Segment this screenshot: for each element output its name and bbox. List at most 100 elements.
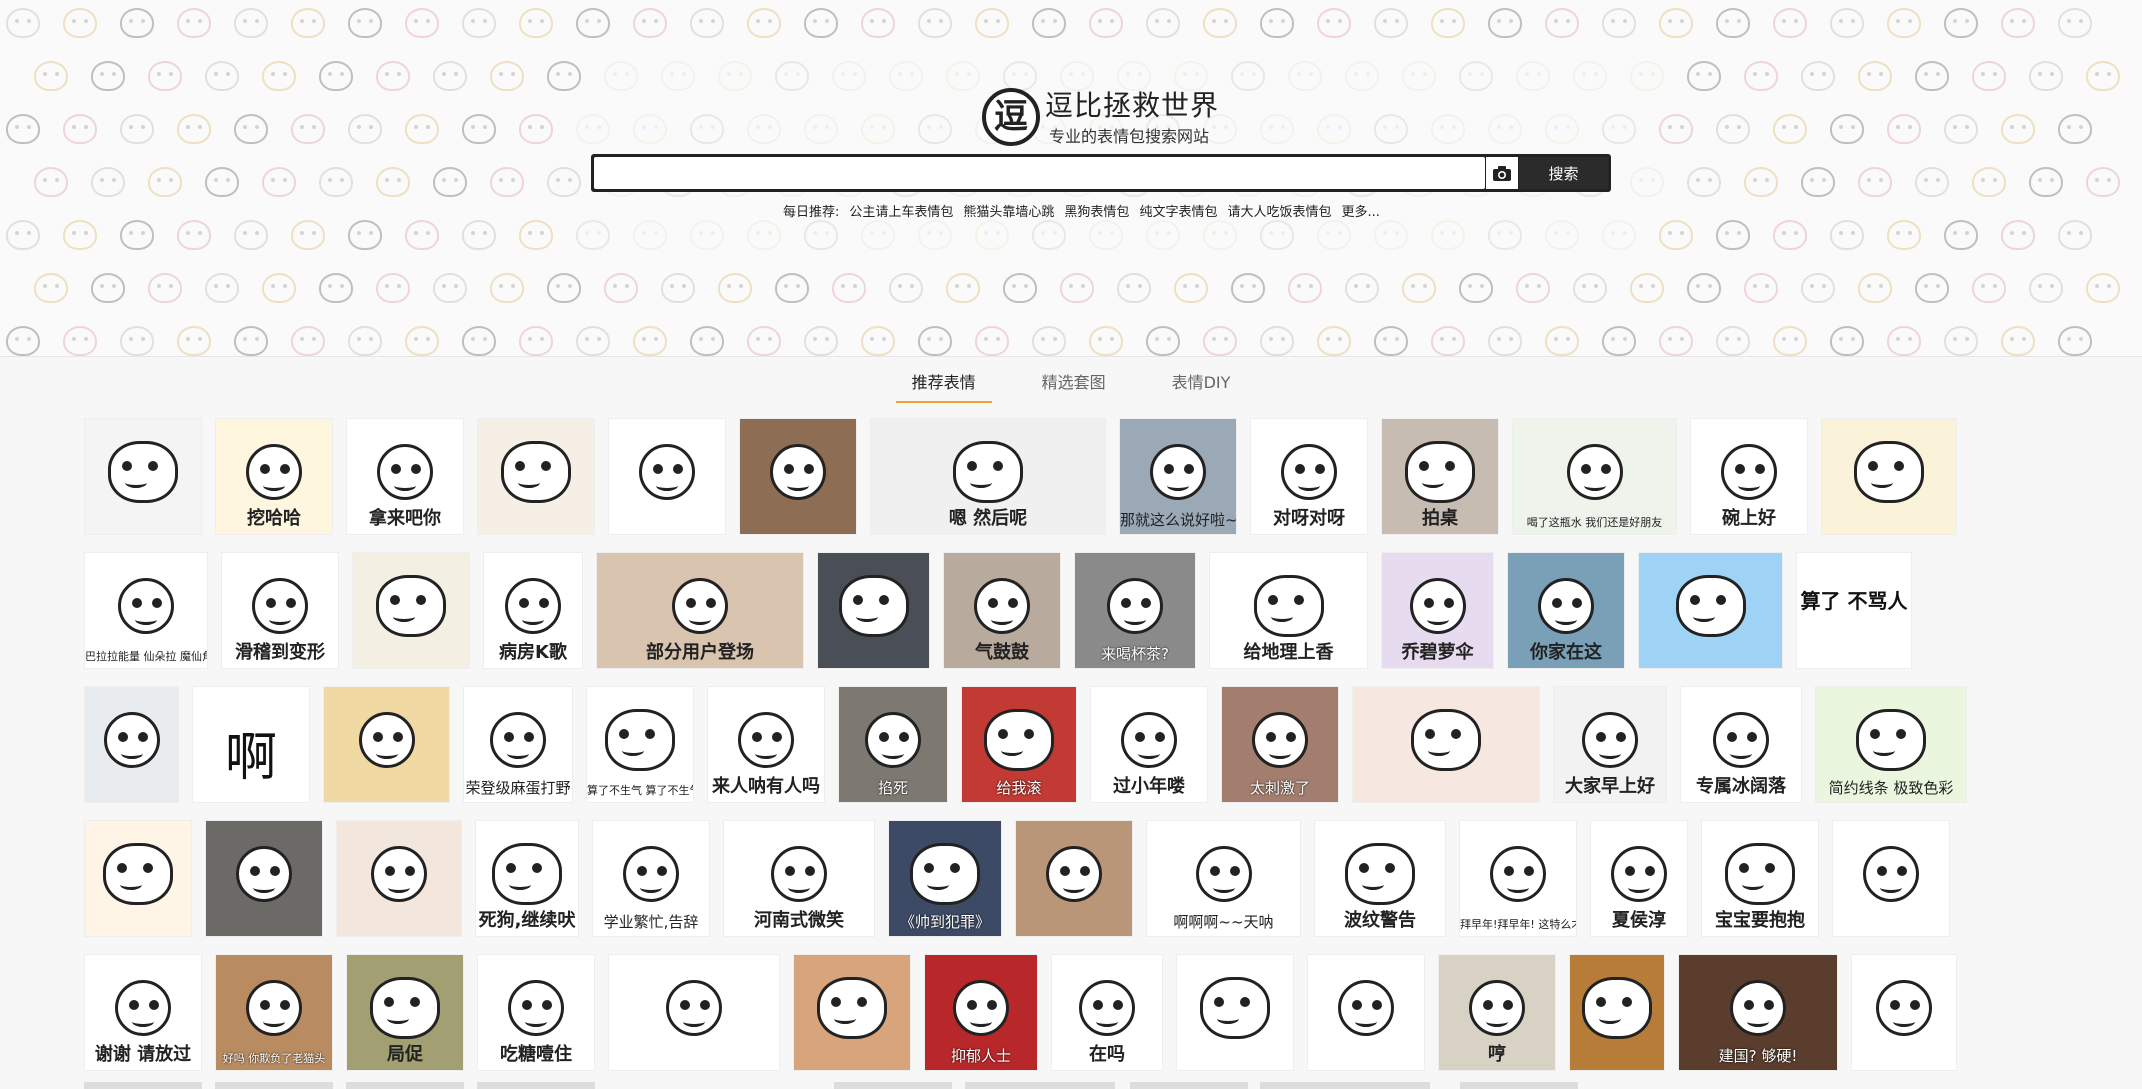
meme-thumbnail[interactable]: 大家早上好 bbox=[1553, 686, 1667, 803]
meme-thumbnail[interactable] bbox=[477, 418, 595, 535]
meme-thumbnail[interactable] bbox=[323, 686, 450, 803]
meme-thumbnail-partial[interactable] bbox=[1460, 1082, 1578, 1089]
meme-thumbnail[interactable]: 碗上好 bbox=[1690, 418, 1808, 535]
meme-thumbnail[interactable]: 乔碧萝伞 bbox=[1381, 552, 1494, 669]
meme-thumbnail[interactable] bbox=[1832, 820, 1950, 937]
meme-thumbnail[interactable] bbox=[1821, 418, 1957, 535]
meme-thumbnail[interactable]: 过小年喽 bbox=[1090, 686, 1208, 803]
meme-thumbnail[interactable]: 你家在这 bbox=[1507, 552, 1625, 669]
pattern-sticker bbox=[291, 326, 325, 356]
search-button[interactable]: 搜索 bbox=[1519, 157, 1608, 189]
meme-thumbnail[interactable]: 专属冰阔落 bbox=[1680, 686, 1802, 803]
meme-thumbnail[interactable] bbox=[1569, 954, 1665, 1071]
meme-thumbnail[interactable]: 哼 bbox=[1438, 954, 1556, 1071]
meme-thumbnail-partial[interactable] bbox=[1130, 1082, 1248, 1089]
meme-thumbnail[interactable] bbox=[1638, 552, 1783, 669]
meme-thumbnail[interactable]: 那就这么说好啦~ bbox=[1119, 418, 1237, 535]
meme-thumbnail[interactable]: 波纹警告 bbox=[1314, 820, 1446, 937]
meme-thumbnail[interactable] bbox=[1015, 820, 1133, 937]
tab-diy[interactable]: 表情DIY bbox=[1156, 357, 1247, 403]
meme-thumbnail[interactable]: 拜早年!拜早年! 这特么才几号就拜早年! bbox=[1459, 820, 1577, 937]
meme-thumbnail[interactable]: 拍桌 bbox=[1381, 418, 1499, 535]
pattern-sticker bbox=[6, 326, 40, 356]
meme-thumbnail[interactable]: 啊 bbox=[192, 686, 310, 803]
meme-thumbnail[interactable] bbox=[352, 552, 470, 669]
meme-thumbnail[interactable]: 给我滚 bbox=[961, 686, 1077, 803]
meme-thumbnail[interactable] bbox=[608, 418, 726, 535]
daily-link[interactable]: 熊猫头靠墙心跳 bbox=[963, 201, 1054, 220]
meme-thumbnail-partial[interactable] bbox=[834, 1082, 952, 1089]
meme-thumbnail-partial[interactable] bbox=[215, 1082, 333, 1089]
meme-thumbnail[interactable]: 河南式微笑 bbox=[723, 820, 875, 937]
daily-link[interactable]: 公主请上车表情包 bbox=[849, 201, 953, 220]
meme-thumbnail[interactable]: 滑稽到变形 bbox=[221, 552, 339, 669]
meme-thumbnail[interactable]: 简约线条 极致色彩 bbox=[1815, 686, 1967, 803]
meme-thumbnail[interactable]: 夏侯淳 bbox=[1590, 820, 1688, 937]
meme-thumbnail[interactable]: 来喝杯茶? bbox=[1074, 552, 1196, 669]
meme-thumbnail-partial[interactable] bbox=[346, 1082, 464, 1089]
daily-link[interactable]: 请大人吃饭表情包 bbox=[1227, 201, 1331, 220]
meme-thumbnail[interactable] bbox=[1851, 954, 1957, 1071]
meme-thumbnail[interactable]: 啊啊啊~~天呐 bbox=[1146, 820, 1301, 937]
meme-thumbnail[interactable]: 算了不生气 算了不生气 算了不生气 bbox=[586, 686, 694, 803]
meme-thumbnail[interactable]: 挖哈哈 bbox=[215, 418, 333, 535]
meme-thumbnail[interactable]: 拿来吧你 bbox=[346, 418, 464, 535]
pattern-sticker bbox=[1032, 326, 1066, 356]
meme-thumbnail[interactable]: 算了 不骂人 bbox=[1796, 552, 1912, 669]
tab-featured-sets[interactable]: 精选套图 bbox=[1026, 357, 1122, 403]
meme-thumbnail[interactable]: 喝了这瓶水 我们还是好朋友 bbox=[1512, 418, 1677, 535]
meme-thumbnail[interactable]: 吃糖噎住 bbox=[477, 954, 595, 1071]
daily-link[interactable]: 黑狗表情包 bbox=[1064, 201, 1129, 220]
meme-thumbnail[interactable]: 宝宝要抱抱 bbox=[1701, 820, 1819, 937]
pattern-sticker bbox=[1516, 61, 1550, 91]
meme-thumbnail[interactable]: 对呀对呀 bbox=[1250, 418, 1368, 535]
meme-thumbnail[interactable] bbox=[205, 820, 323, 937]
meme-thumbnail[interactable] bbox=[336, 820, 462, 937]
meme-thumbnail[interactable] bbox=[84, 418, 202, 535]
meme-thumbnail[interactable]: 《帅到犯罪》 bbox=[888, 820, 1002, 937]
meme-thumbnail[interactable]: 局促 bbox=[346, 954, 464, 1071]
meme-thumbnail[interactable]: 掐死 bbox=[838, 686, 948, 803]
meme-face-icon bbox=[1281, 443, 1337, 500]
meme-thumbnail[interactable]: 死狗,继续吠 bbox=[475, 820, 579, 937]
meme-thumbnail-partial[interactable] bbox=[84, 1082, 202, 1089]
meme-thumbnail[interactable]: 嗯 然后呢 bbox=[870, 418, 1106, 535]
meme-thumbnail[interactable]: 抑郁人士 bbox=[924, 954, 1038, 1071]
meme-thumbnail[interactable] bbox=[1307, 954, 1425, 1071]
camera-icon[interactable] bbox=[1486, 157, 1518, 189]
tab-recommended[interactable]: 推荐表情 bbox=[895, 357, 992, 403]
meme-thumbnail[interactable]: 荣登级麻蛋打野 bbox=[463, 686, 573, 803]
meme-thumbnail[interactable]: 气鼓鼓 bbox=[943, 552, 1061, 669]
meme-thumbnail[interactable]: 病房K歌 bbox=[483, 552, 583, 669]
meme-thumbnail[interactable]: 谢谢 请放过 bbox=[84, 954, 202, 1071]
pattern-sticker bbox=[1545, 114, 1579, 144]
daily-link[interactable]: 纯文字表情包 bbox=[1139, 201, 1217, 220]
meme-face-icon bbox=[1253, 574, 1324, 637]
meme-text: 算了 不骂人 bbox=[1800, 589, 1908, 613]
site-logo[interactable]: 逗 bbox=[982, 88, 1040, 146]
meme-thumbnail[interactable]: 好吗 你欺负了老猫头 bbox=[215, 954, 333, 1071]
meme-thumbnail-partial[interactable] bbox=[1260, 1082, 1430, 1089]
meme-thumbnail[interactable] bbox=[608, 954, 780, 1071]
meme-thumbnail[interactable]: 巴拉拉能量 仙朵拉 魔仙角 bbox=[84, 552, 208, 669]
meme-thumbnail[interactable]: 在吗 bbox=[1051, 954, 1163, 1071]
meme-thumbnail-partial[interactable] bbox=[477, 1082, 595, 1089]
pattern-sticker bbox=[1944, 8, 1978, 38]
meme-thumbnail[interactable] bbox=[1176, 954, 1294, 1071]
meme-thumbnail[interactable] bbox=[739, 418, 857, 535]
meme-thumbnail[interactable] bbox=[84, 820, 192, 937]
search-input[interactable] bbox=[594, 157, 1485, 189]
meme-thumbnail-partial[interactable] bbox=[965, 1082, 1115, 1089]
meme-thumbnail[interactable]: 部分用户登场 bbox=[596, 552, 804, 669]
meme-thumbnail[interactable] bbox=[817, 552, 930, 669]
meme-thumbnail[interactable]: 来人呐有人吗 bbox=[707, 686, 825, 803]
meme-thumbnail[interactable]: 学业繁忙,告辞 bbox=[592, 820, 710, 937]
meme-thumbnail[interactable] bbox=[793, 954, 911, 1071]
daily-more-link[interactable]: 更多... bbox=[1341, 201, 1379, 220]
meme-thumbnail[interactable] bbox=[84, 686, 179, 803]
meme-thumbnail[interactable]: 建国? 够硬! bbox=[1678, 954, 1838, 1071]
meme-thumbnail[interactable]: 给地理上香 bbox=[1209, 552, 1368, 669]
meme-thumbnail[interactable]: 太刺激了 bbox=[1221, 686, 1339, 803]
meme-thumbnail[interactable] bbox=[1352, 686, 1540, 803]
pattern-sticker bbox=[63, 326, 97, 356]
